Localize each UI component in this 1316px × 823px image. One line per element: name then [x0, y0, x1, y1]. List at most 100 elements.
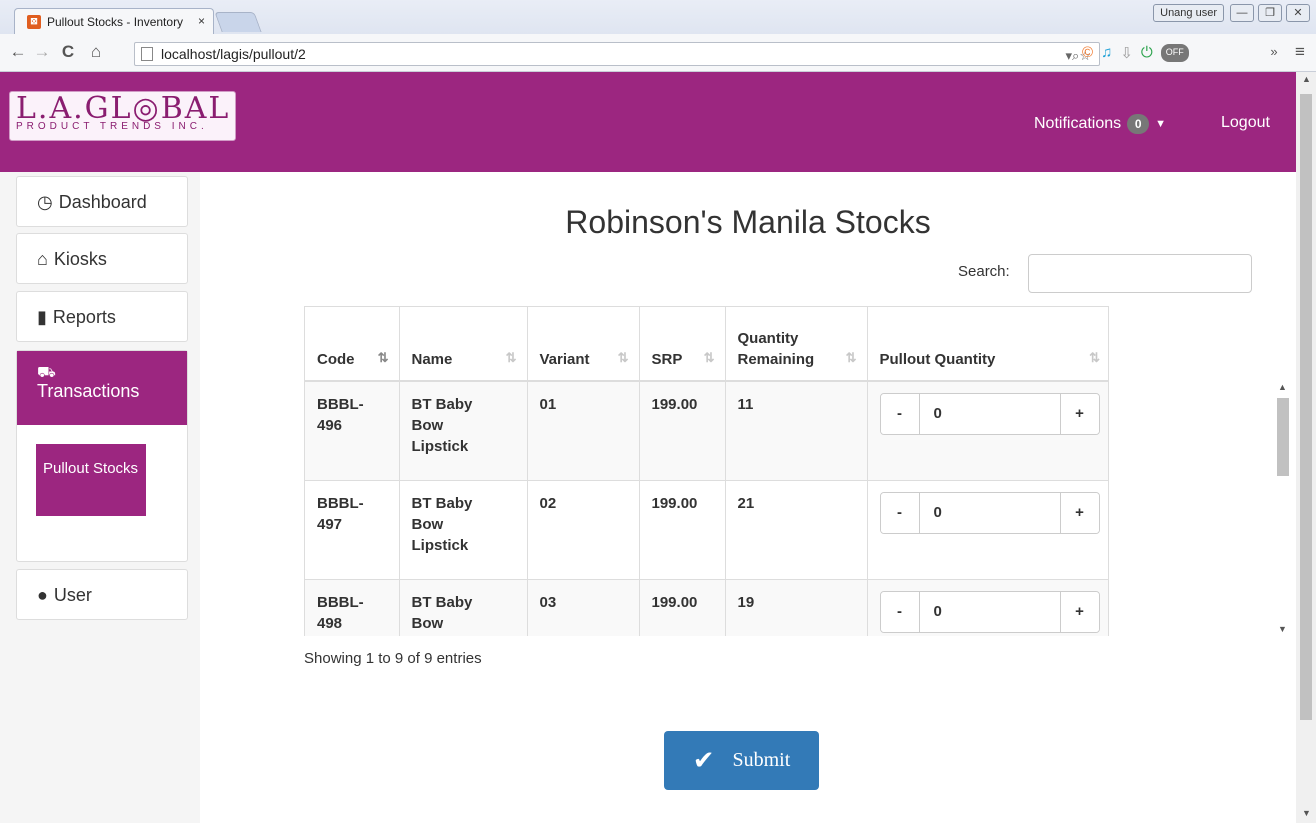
home-icon[interactable]: ⌂	[86, 42, 106, 62]
forward-icon[interactable]: →	[32, 42, 52, 62]
column-header-srp[interactable]: SRP ⇅	[639, 307, 726, 382]
dashboard-icon: ◷	[37, 192, 53, 212]
reload-icon[interactable]: C	[58, 42, 78, 62]
column-header-pullout-quantity[interactable]: Pullout Quantity ⇅	[867, 307, 1108, 382]
cell-pullout-quantity: - 0 +	[867, 381, 1108, 481]
sort-icon: ⇅	[703, 350, 715, 365]
download-icon[interactable]: ⇩	[1120, 44, 1133, 62]
quantity-stepper: - 0 +	[879, 491, 1100, 534]
chrome-menu-icon[interactable]: ≡	[1290, 42, 1310, 62]
decrement-button[interactable]: -	[880, 492, 919, 533]
sort-icon: ⇅	[505, 350, 517, 365]
page-scrollbar[interactable]: ▲ ▼	[1296, 72, 1316, 823]
cell-pullout-quantity: - 0 +	[867, 579, 1108, 636]
cell-name: BT Baby Bow	[399, 579, 528, 636]
increment-button[interactable]: +	[1060, 492, 1099, 533]
cell-code: BBBL-497	[305, 480, 400, 580]
user-icon: ●	[37, 585, 48, 605]
new-tab-button[interactable]	[214, 12, 262, 32]
search-label: Search:	[958, 263, 1010, 280]
caret-down-icon: ▼	[1155, 118, 1167, 130]
entries-info: Showing 1 to 9 of 9 entries	[304, 650, 482, 667]
sidebar-item-label: Dashboard	[58, 192, 147, 212]
table-scrollbar[interactable]: ▲ ▼	[1275, 382, 1291, 636]
minimize-icon[interactable]: —	[1230, 4, 1254, 22]
pullout-quantity-input[interactable]: 0	[918, 492, 1061, 533]
home-icon: ⌂	[37, 249, 48, 269]
page-scroll-thumb[interactable]	[1300, 94, 1312, 720]
sidebar-item-pullout-stocks[interactable]: Pullout Stocks	[36, 444, 146, 516]
scroll-down-icon[interactable]: ▼	[1302, 808, 1311, 818]
cell-srp: 199.00	[639, 579, 726, 636]
checkmark-icon: ✔	[692, 745, 715, 776]
page-title: Robinson's Manila Stocks	[565, 204, 931, 240]
sidebar-item-kiosks[interactable]: ⌂ Kiosks	[16, 233, 188, 284]
column-header-variant[interactable]: Variant ⇅	[527, 307, 640, 382]
column-header-quantity-remaining[interactable]: Quantity Remaining ⇅	[725, 307, 868, 382]
search-input[interactable]	[1028, 254, 1252, 293]
logo-subtext: PRODUCT TRENDS INC.	[16, 121, 208, 132]
stocks-table-container: Code ⇅ Name ⇅ Variant ⇅ SRP ⇅ Quantity Remai…	[304, 306, 1109, 636]
browser-toolbar: ← → C ⌂ localhost/lagis/pullout/2 ▾⌕☆ © …	[0, 34, 1316, 72]
submit-button[interactable]: ✔ Submit	[664, 731, 819, 790]
stocks-table: Code ⇅ Name ⇅ Variant ⇅ SRP ⇅ Quantity Remai…	[305, 307, 1108, 636]
column-header-code[interactable]: Code ⇅	[305, 307, 400, 382]
profile-button[interactable]: Unang user	[1153, 4, 1224, 22]
cart-icon: ⛟	[37, 364, 56, 381]
sidebar-item-label: Transactions	[37, 381, 140, 401]
cell-quantity-remaining: 21	[725, 480, 868, 580]
sidebar-item-transactions: ⛟ Transactions Pullout Stocks	[16, 350, 188, 562]
sidebar-item-label: Reports	[52, 307, 116, 327]
notifications-dropdown[interactable]: Notifications 0 ▼	[1034, 114, 1166, 134]
cell-name: BT Baby Bow Lipstick	[399, 480, 528, 580]
column-header-name[interactable]: Name ⇅	[399, 307, 528, 382]
transactions-header[interactable]: ⛟ Transactions	[17, 351, 187, 425]
decrement-button[interactable]: -	[880, 394, 919, 434]
browser-tab-bar: ⊠ Pullout Stocks - Inventory × Unang use…	[0, 0, 1316, 34]
tab-favicon-icon: ⊠	[27, 14, 41, 29]
sidebar-item-dashboard[interactable]: ◷ Dashboard	[16, 176, 188, 227]
decrement-button[interactable]: -	[880, 591, 919, 632]
increment-button[interactable]: +	[1060, 394, 1099, 434]
table-scroll-thumb[interactable]	[1277, 398, 1289, 476]
cell-pullout-quantity: - 0 +	[867, 480, 1108, 580]
logout-link[interactable]: Logout	[1221, 114, 1270, 132]
sort-icon: ⇅	[1089, 350, 1100, 365]
sidebar-item-label: Kiosks	[53, 249, 107, 269]
sidebar: ◷ Dashboard ⌂ Kiosks ▮ Reports ⛟ Transac…	[0, 172, 200, 823]
browser-tab[interactable]: ⊠ Pullout Stocks - Inventory ×	[14, 8, 214, 34]
table-row: BBBL-497 BT Baby Bow Lipstick 02 199.00 …	[305, 480, 1108, 580]
address-bar[interactable]: localhost/lagis/pullout/2 ▾⌕☆	[134, 42, 1100, 66]
scroll-down-icon[interactable]: ▼	[1278, 624, 1287, 634]
pullout-quantity-input[interactable]: 0	[918, 591, 1061, 632]
scroll-up-icon[interactable]: ▲	[1302, 74, 1311, 84]
notifications-badge: 0	[1127, 114, 1150, 134]
logo-text: L.A.GL◎BAL	[16, 91, 231, 126]
toggle-off-icon[interactable]: OFF	[1160, 44, 1189, 62]
sidebar-item-label: User	[53, 585, 92, 605]
cell-srp: 199.00	[639, 381, 726, 481]
quantity-stepper: - 0 +	[879, 393, 1100, 435]
pullout-quantity-input[interactable]: 0	[918, 394, 1061, 434]
tab-close-icon[interactable]: ×	[198, 14, 205, 28]
company-logo[interactable]: L.A.GL◎BAL PRODUCT TRENDS INC.	[9, 91, 236, 141]
extension-c-icon[interactable]: ©	[1082, 44, 1093, 62]
more-extensions-icon[interactable]: »	[1264, 44, 1284, 59]
sidebar-item-reports[interactable]: ▮ Reports	[16, 291, 188, 342]
headphones-icon[interactable]: ♫	[1101, 44, 1112, 62]
cell-code: BBBL-496	[305, 381, 400, 481]
maximize-icon[interactable]: ❐	[1258, 4, 1282, 22]
table-row: BBBL-496 BT Baby Bow Lipstick 01 199.00 …	[305, 381, 1108, 481]
increment-button[interactable]: +	[1060, 591, 1099, 632]
close-window-icon[interactable]: ✕	[1286, 4, 1310, 22]
table-row: BBBL-498 BT Baby Bow 03 199.00 19 - 0 +	[305, 579, 1108, 636]
cell-variant: 01	[527, 381, 640, 481]
back-icon[interactable]: ←	[8, 42, 28, 62]
cell-quantity-remaining: 11	[725, 381, 868, 481]
sort-icon: ⇅	[617, 350, 629, 365]
power-icon[interactable]: ⏻	[1141, 44, 1153, 62]
quantity-stepper: - 0 +	[879, 590, 1100, 633]
sidebar-item-user[interactable]: ● User	[16, 569, 188, 620]
scroll-up-icon[interactable]: ▲	[1278, 382, 1287, 392]
table-header-row: Code ⇅ Name ⇅ Variant ⇅ SRP ⇅ Quantity Remai…	[305, 307, 1108, 382]
